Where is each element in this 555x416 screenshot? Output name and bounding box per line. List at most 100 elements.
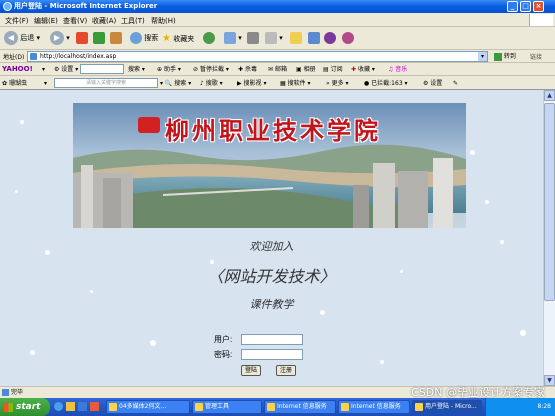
print-icon [247, 32, 259, 44]
research-button[interactable] [324, 31, 336, 46]
blocked-counter[interactable]: ● 已拦截:163 ▾ [364, 78, 408, 89]
register-button[interactable]: 注册 [276, 365, 296, 376]
college-banner: 柳州职业技术学院 [73, 103, 466, 228]
yahoo-mail-button[interactable]: ✉ 邮箱 [268, 64, 287, 75]
system-tray: 8:28 [485, 398, 555, 416]
minimize-button[interactable]: _ [507, 1, 518, 12]
taskbar: start 04多媒体2何文... 管理工具 Internet 信息服务 Int… [0, 398, 555, 416]
plus-icon: ✚ [351, 66, 357, 73]
coral-search-button[interactable]: ▾ 🔍 搜索 ▾ [160, 78, 191, 89]
forward-arrow-icon: ▶ [50, 31, 64, 45]
edit-button[interactable]: ▾ [265, 31, 283, 46]
task-item[interactable]: Internet 信息服务 [338, 400, 410, 414]
messenger-button[interactable] [308, 31, 320, 46]
menu-file[interactable]: 文件(F) [5, 16, 29, 26]
yahoo-bookmarks-button[interactable]: ✚ 收藏 ▾ [351, 64, 375, 75]
photos-button[interactable]: ▣ 相册 [296, 64, 316, 75]
scroll-up-icon[interactable]: ▲ [544, 90, 555, 101]
favorites-button[interactable]: ★ 收藏夹 [162, 31, 194, 46]
task-item[interactable]: Internet 信息服务 [264, 400, 336, 414]
search-button[interactable]: 搜索 [130, 31, 158, 46]
task-icon [195, 403, 203, 411]
yahoo-search-input[interactable] [80, 64, 124, 74]
scroll-down-icon[interactable]: ▼ [544, 375, 555, 386]
address-input[interactable]: http://localhost/index.asp ▾ [27, 51, 488, 62]
extra-button[interactable] [342, 31, 354, 46]
address-bar: 地址(D) http://localhost/index.asp ▾ 转到 链接 [0, 50, 555, 63]
password-input[interactable] [241, 349, 303, 360]
refresh-button[interactable] [93, 31, 105, 46]
links-label[interactable]: 链接 [530, 52, 542, 61]
quicklaunch-media-icon[interactable] [78, 402, 87, 411]
mail-button[interactable]: ▾ [224, 31, 242, 46]
forward-button[interactable]: ▶ ▾ [50, 31, 70, 46]
history-icon [203, 32, 215, 44]
task-icon [109, 403, 117, 411]
yahoo-dropdown-icon[interactable]: ▾ [42, 64, 45, 75]
menu-edit[interactable]: 编辑(E) [34, 16, 58, 26]
window-title-bar[interactable]: 用户登陆 - Microsoft Internet Explorer _ □ × [0, 0, 555, 13]
task-item[interactable]: 04多媒体2何文... [106, 400, 190, 414]
scroll-thumb[interactable] [544, 103, 555, 301]
menu-favorites[interactable]: 收藏(A) [92, 16, 116, 26]
print-button[interactable] [247, 31, 259, 46]
popup-block-button[interactable]: ⊘ 暂停拦截 ▾ [193, 64, 229, 75]
home-button[interactable] [110, 31, 122, 46]
welcome-text: 欢迎加入 [249, 240, 294, 253]
close-button[interactable]: × [533, 1, 544, 12]
course-subtitle: 课件教学 [249, 298, 294, 311]
antivirus-button[interactable]: ✚ 杀毒 [238, 64, 257, 75]
clock[interactable]: 8:28 [538, 403, 551, 410]
maximize-button[interactable]: □ [520, 1, 531, 12]
pen-icon[interactable]: ✎ [453, 78, 458, 89]
task-item-active[interactable]: 用户登陆 - Micro... [412, 400, 482, 414]
software-search-button[interactable]: ▦ 搜软件 ▾ [280, 78, 311, 89]
discuss-button[interactable] [290, 31, 302, 46]
more-button[interactable]: » 更多 ▾ [326, 78, 349, 89]
menu-view[interactable]: 查看(V) [63, 16, 87, 26]
menu-help[interactable]: 帮助(H) [151, 16, 176, 26]
status-text: 完毕 [11, 389, 24, 396]
course-title: 〈网站开发技术〉 [207, 267, 336, 286]
csdn-watermark: CSDN @毕业设计方案专家 [411, 386, 545, 399]
college-name: 柳州职业技术学院 [165, 116, 381, 145]
task-item[interactable]: 管理工具 [192, 400, 262, 414]
search-icon [130, 32, 142, 44]
yahoo-logo[interactable]: YAHOO! [2, 64, 33, 75]
go-button[interactable]: 转到 [494, 51, 516, 62]
quicklaunch-app-icon[interactable] [90, 402, 99, 411]
address-dropdown-icon[interactable]: ▾ [478, 52, 487, 61]
history-button[interactable] [203, 31, 215, 46]
back-arrow-icon: ◀ [4, 31, 18, 45]
start-button[interactable]: start [0, 398, 50, 416]
star-icon: ★ [162, 33, 171, 44]
username-label: 用户: [214, 335, 233, 344]
page-icon [30, 53, 37, 60]
quicklaunch-desktop-icon[interactable] [66, 402, 75, 411]
video-search-button[interactable]: ▶ 搜影视 ▾ [237, 78, 266, 89]
stop-button[interactable] [76, 31, 88, 46]
mail-icon [224, 32, 236, 44]
edit-icon [265, 32, 277, 44]
yahoo-search-button[interactable]: 搜索 ▾ [128, 64, 145, 75]
coral-search-input[interactable]: 请输入关键字搜索 [54, 78, 158, 88]
yahoo-assistant[interactable]: ⊕ 助手 ▾ [157, 64, 181, 75]
login-button[interactable]: 登陆 [241, 365, 261, 376]
back-button[interactable]: ◀ 后退 ▾ [4, 31, 40, 46]
menu-tools[interactable]: 工具(T) [121, 16, 145, 26]
refresh-icon [93, 32, 105, 44]
stop-icon [76, 32, 88, 44]
home-icon [110, 32, 122, 44]
coral-dropdown-icon[interactable]: ▾ [44, 78, 47, 89]
vertical-scrollbar[interactable]: ▲ ▼ [543, 90, 555, 386]
username-input[interactable] [241, 334, 303, 345]
coral-settings-button[interactable]: ⚙ 设置 [423, 78, 442, 89]
quicklaunch-ie-icon[interactable] [54, 402, 63, 411]
music-button[interactable]: ♫ 音乐 [388, 64, 407, 75]
yahoo-settings[interactable]: ⚙ 设置 ▾ [54, 64, 78, 75]
coral-logo[interactable]: ✿ 珊瑚虫 [2, 78, 27, 89]
address-label: 地址(D) [3, 54, 25, 61]
song-search-button[interactable]: ♪ 搜歌 ▾ [200, 78, 223, 89]
subscribe-button[interactable]: ▤ 订阅 [323, 64, 343, 75]
standard-toolbar: ◀ 后退 ▾ ▶ ▾ 搜索 ★ 收藏夹 ▾ ▾ [0, 27, 555, 50]
